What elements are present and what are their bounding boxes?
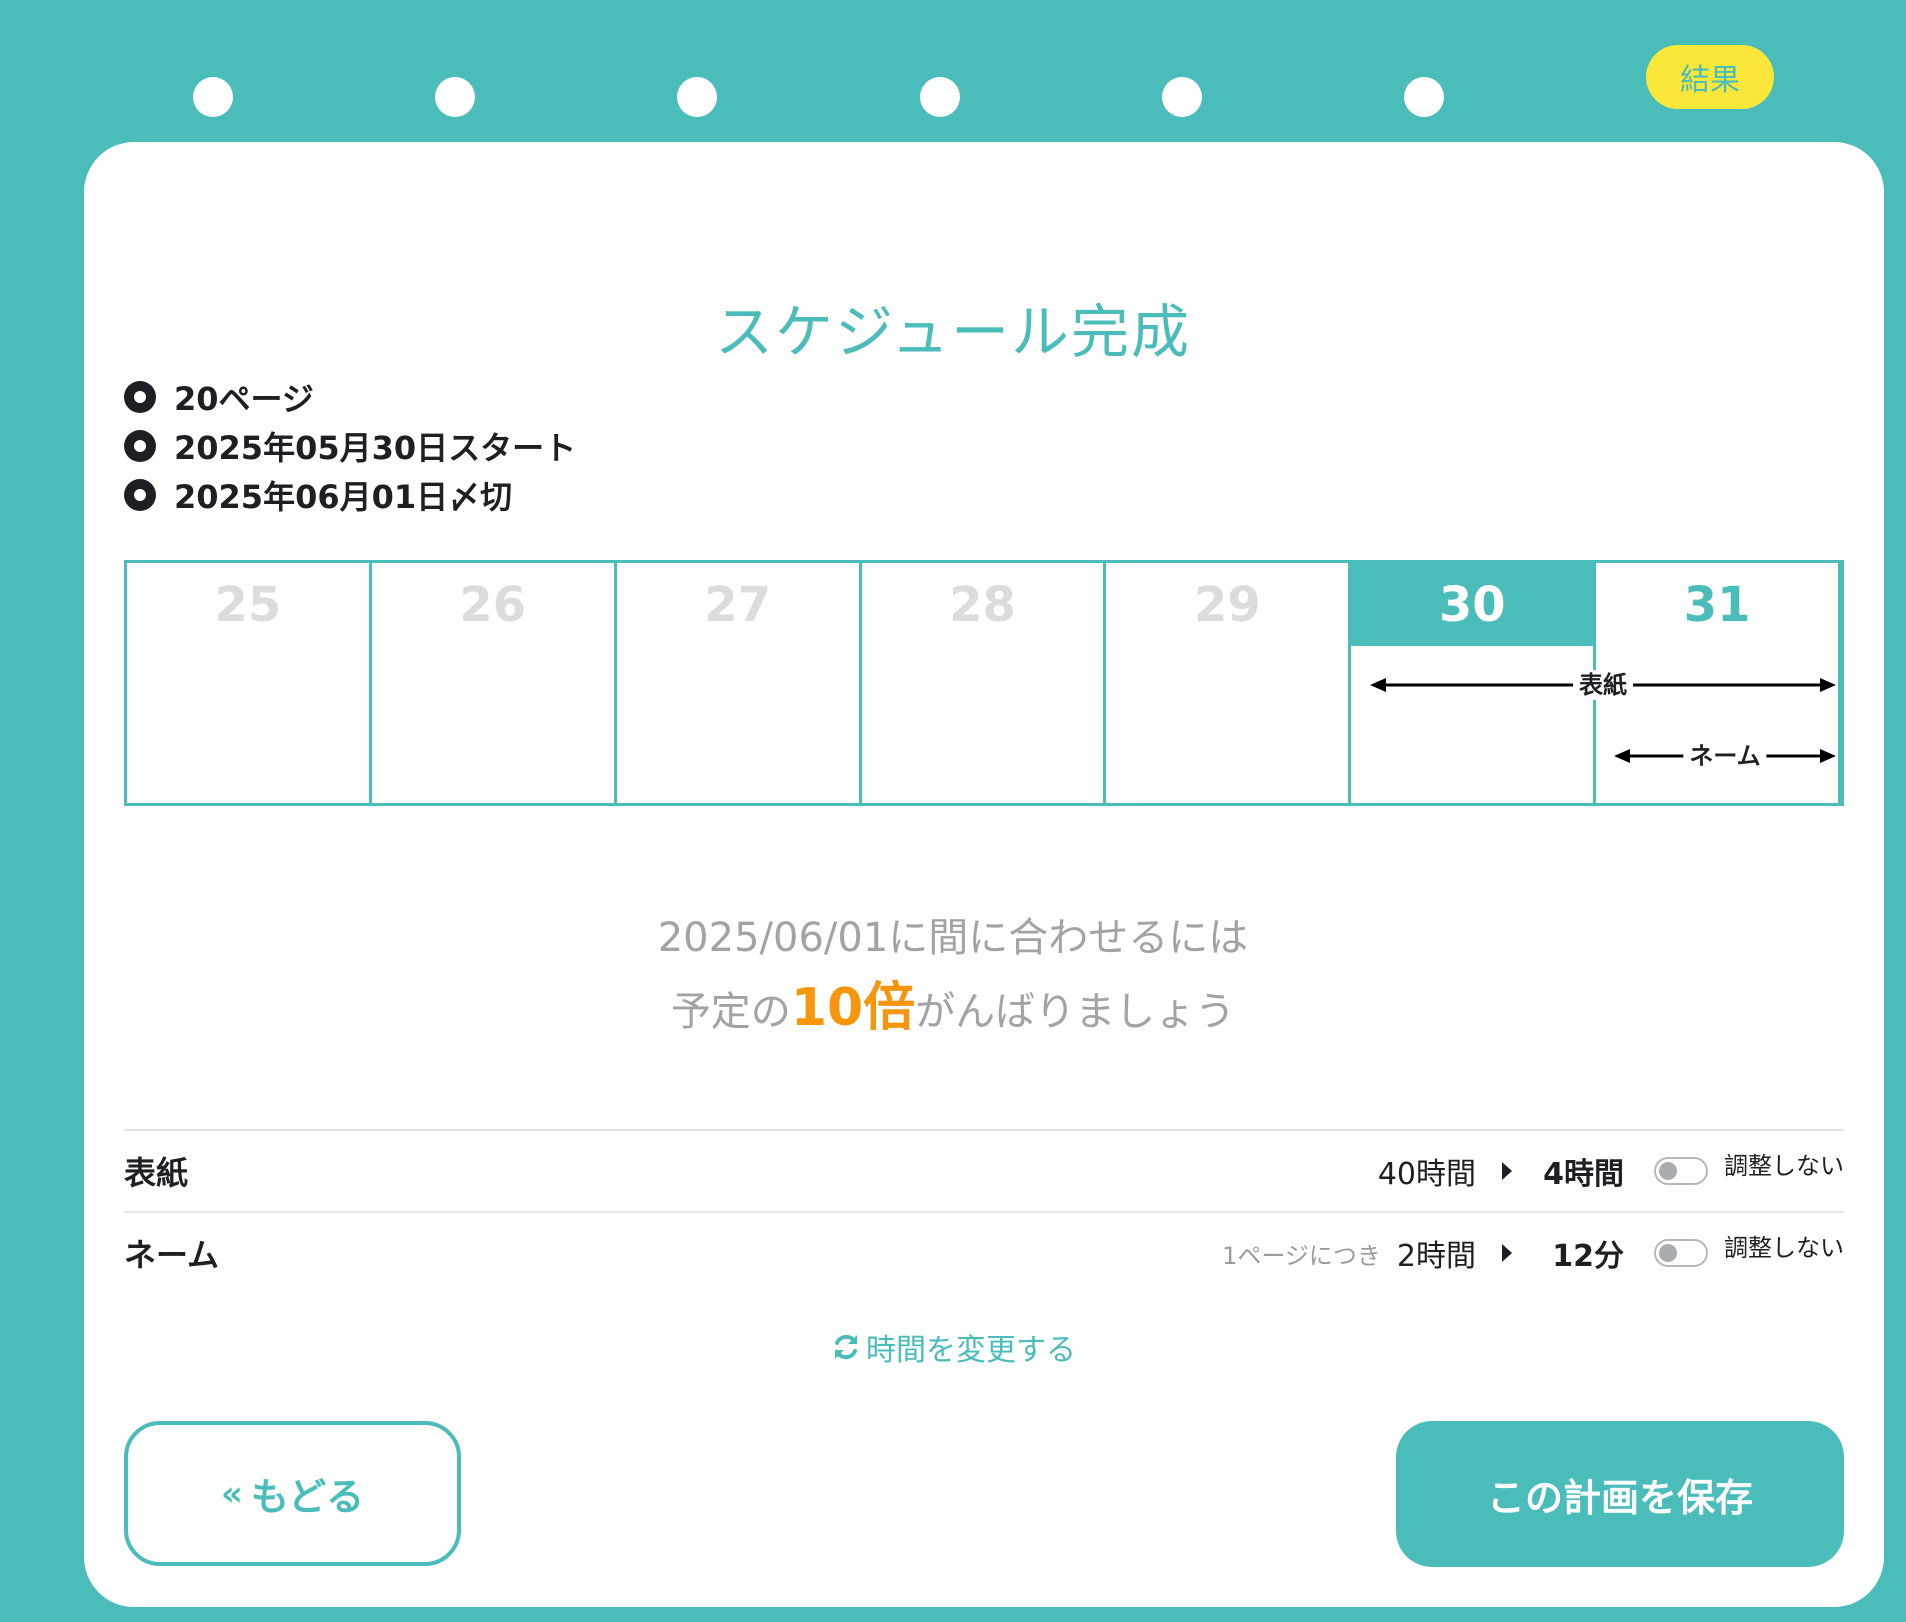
change-time-link[interactable]: 時間を変更する — [0, 1325, 1906, 1369]
task-name: 表紙 — [124, 1154, 189, 1192]
bullet-icon — [124, 429, 156, 462]
task-bar-label: ネーム — [1683, 741, 1767, 771]
step-result-badge[interactable]: 結果 — [1646, 45, 1774, 109]
refresh-icon — [835, 1334, 857, 1360]
calendar-day: 28 — [862, 563, 1107, 803]
schedule-info: 20ページ 2025年05月30日スタート 2025年06月01日〆切 — [124, 372, 576, 519]
no-adjust-toggle[interactable] — [1654, 1239, 1708, 1267]
step-dot-2[interactable] — [435, 77, 475, 117]
effort-message: 予定の10倍がんばりましょう — [670, 978, 1236, 1038]
task-bar-name: ネーム — [1614, 741, 1836, 771]
calendar-day: 29 — [1106, 563, 1352, 803]
bullet-icon — [124, 380, 156, 413]
step-dot-6[interactable] — [1404, 77, 1444, 117]
task-bar-label: 表紙 — [1573, 670, 1633, 700]
info-deadline: 2025年06月01日〆切 — [124, 470, 576, 519]
step-dot-5[interactable] — [1162, 77, 1202, 117]
original-time: 40時間 — [1377, 1157, 1476, 1192]
adjusted-time: 12分 — [1552, 1239, 1624, 1274]
bullet-icon — [124, 478, 156, 511]
toggle-label: 調整しない — [1724, 1233, 1844, 1262]
task-time-list: 表紙 40時間 4時間 調整しない ネーム 1ページにつき 2時間 12分 調整… — [124, 1129, 1844, 1293]
back-button[interactable]: « もどる — [124, 1421, 461, 1566]
task-bar-cover: 表紙 — [1370, 670, 1836, 700]
step-dot-3[interactable] — [677, 77, 717, 117]
arrow-right-icon — [1502, 1244, 1512, 1262]
per-page-label: 1ページにつき — [1222, 1241, 1381, 1270]
step-indicator — [0, 55, 1906, 117]
task-row-name: ネーム 1ページにつき 2時間 12分 調整しない — [124, 1211, 1844, 1293]
effort-multiplier: 10倍 — [790, 978, 916, 1038]
schedule-calendar: 25 26 27 28 29 30 31 表紙 ネーム — [124, 560, 1844, 806]
original-time: 2時間 — [1396, 1239, 1476, 1274]
no-adjust-toggle[interactable] — [1654, 1157, 1708, 1185]
step-dot-1[interactable] — [193, 77, 233, 117]
page-title: スケジュール完成 — [715, 298, 1191, 366]
deadline-message: 2025/06/01に間に合わせるには — [657, 915, 1249, 961]
calendar-day: 26 — [372, 563, 617, 803]
calendar-day: 25 — [127, 563, 372, 803]
arrow-right-icon — [1502, 1162, 1512, 1180]
task-row-cover: 表紙 40時間 4時間 調整しない — [124, 1129, 1844, 1211]
task-name: ネーム — [124, 1236, 220, 1274]
double-chevron-left-icon: « — [220, 1473, 243, 1514]
adjusted-time: 4時間 — [1543, 1157, 1624, 1192]
save-plan-button[interactable]: この計画を保存 — [1396, 1421, 1844, 1567]
calendar-day: 27 — [617, 563, 862, 803]
step-dot-4[interactable] — [920, 77, 960, 117]
toggle-label: 調整しない — [1724, 1151, 1844, 1180]
info-start: 2025年05月30日スタート — [124, 421, 576, 470]
info-pages: 20ページ — [124, 372, 576, 421]
